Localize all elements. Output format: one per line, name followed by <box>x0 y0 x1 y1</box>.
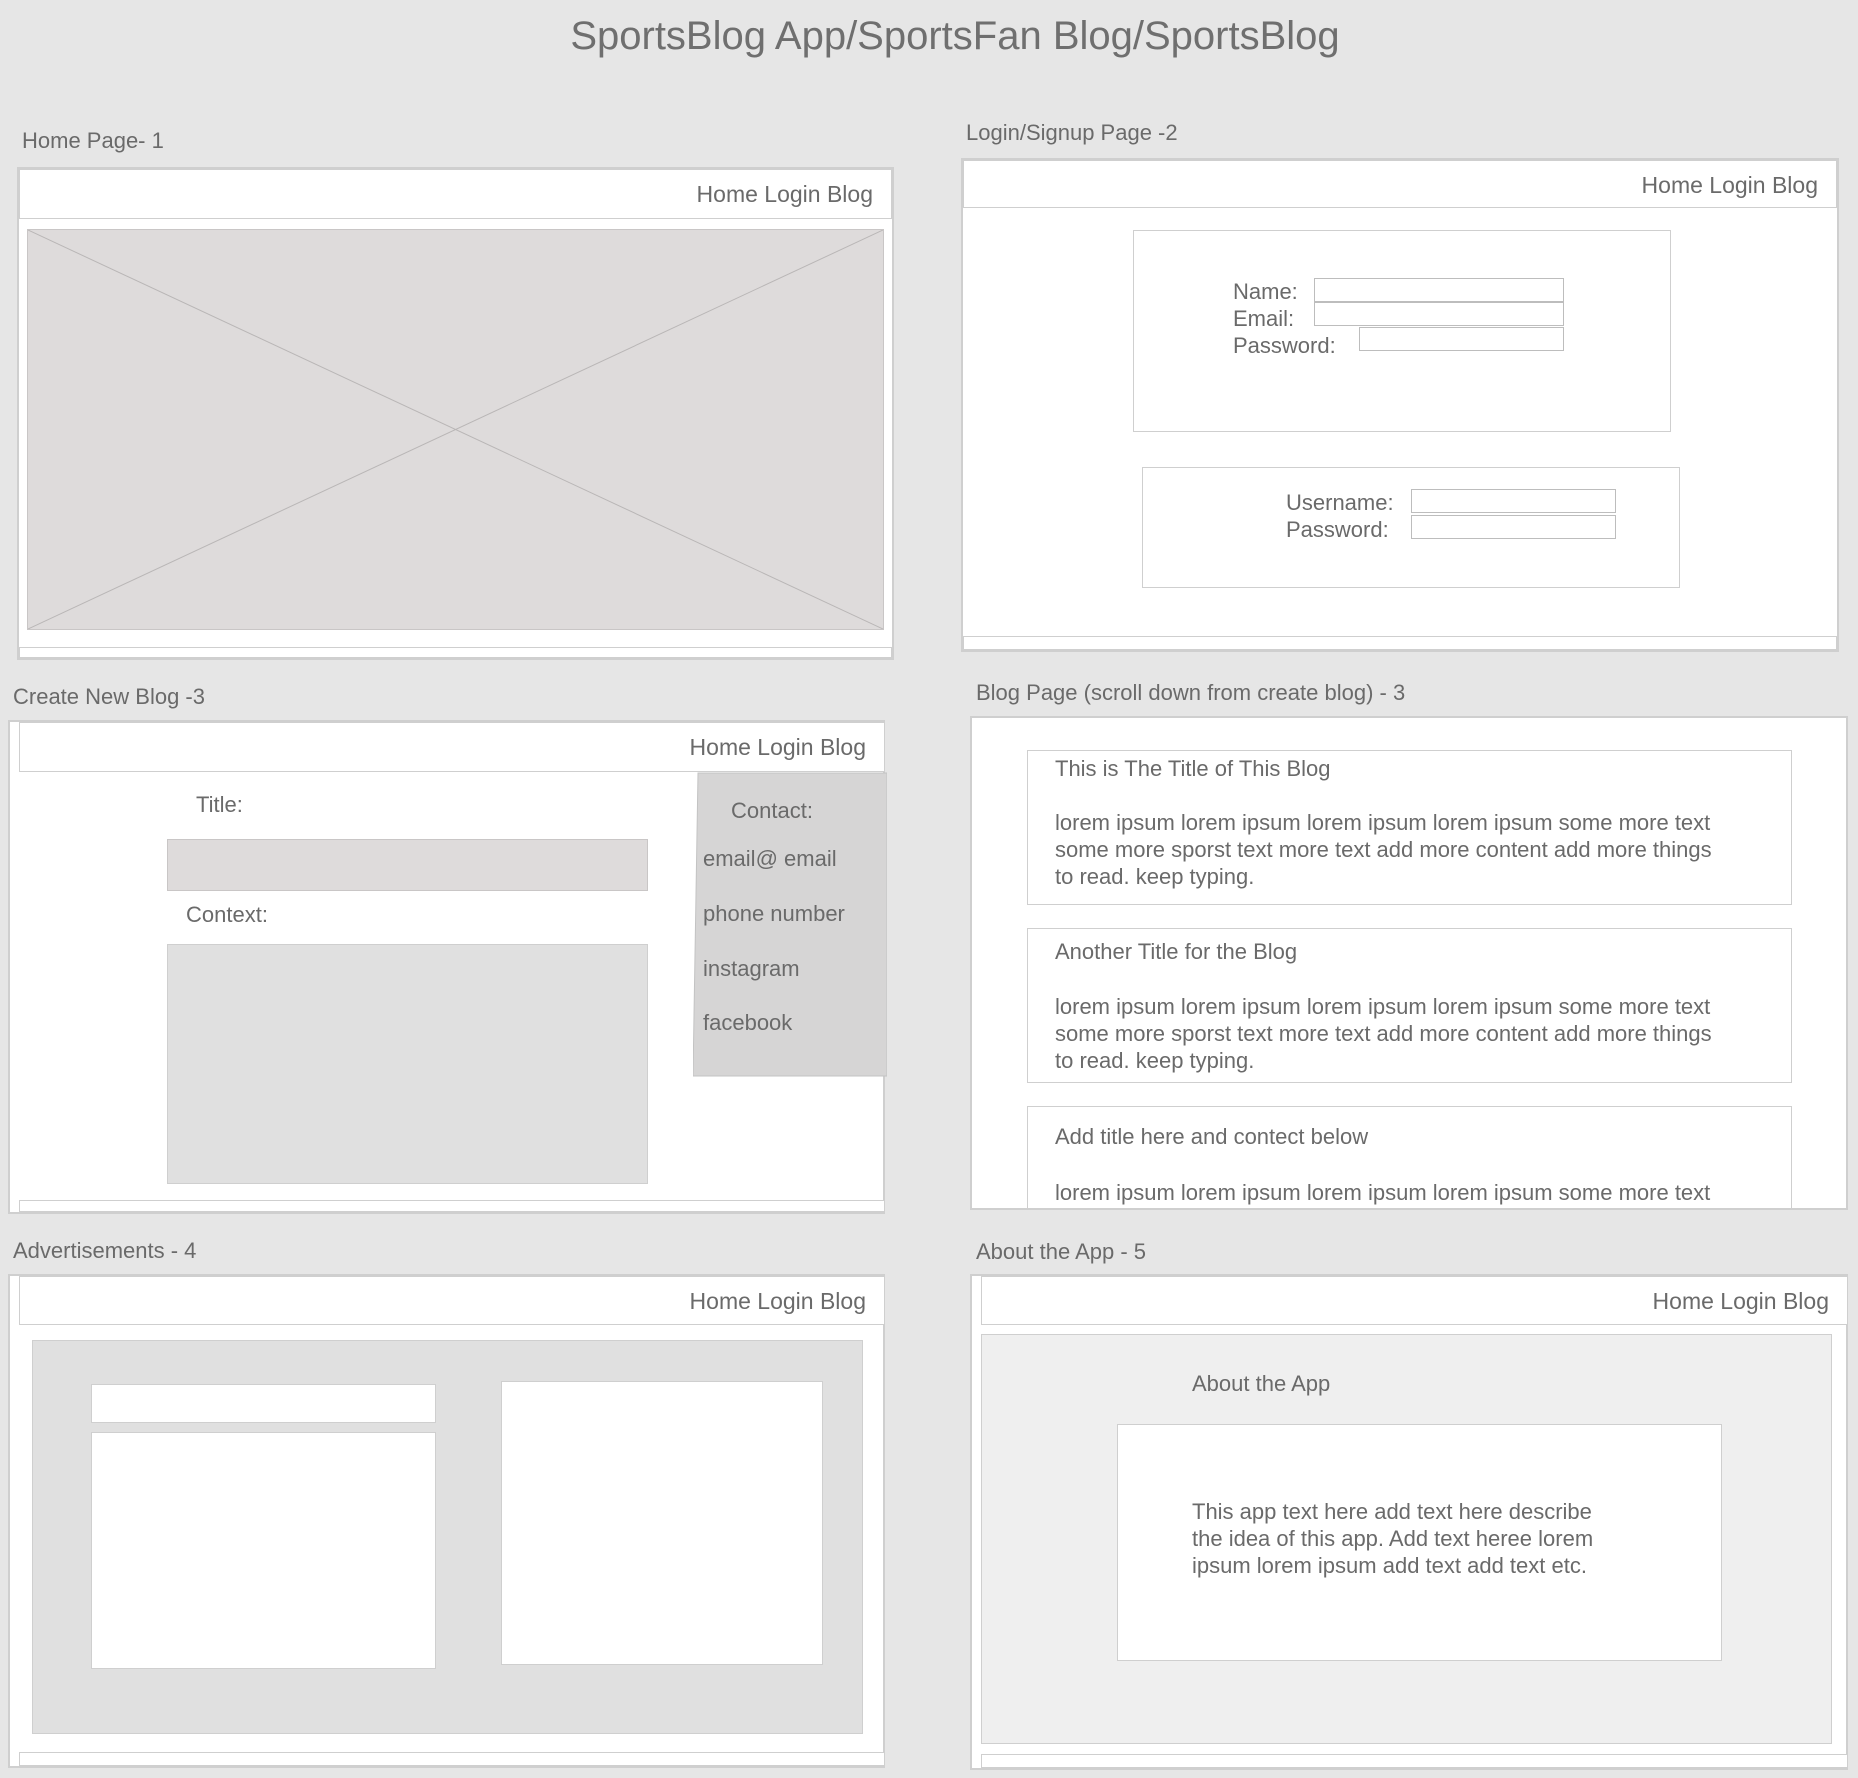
blog-post-body: lorem ipsum lorem ipsum lorem ipsum lore… <box>1055 810 1712 889</box>
login-password-label: Password: <box>1286 517 1389 542</box>
password-label: Password: <box>1233 333 1336 358</box>
page-title: SportsBlog App/SportsFan Blog/SportsBlog <box>570 14 1340 58</box>
about-footer-bar <box>981 1754 1848 1768</box>
blog-post-title: This is The Title of This Blog <box>1055 756 1331 781</box>
create-blog-wireframe: Home Login Blog Title: Context: Contact:… <box>8 720 887 1214</box>
home-page-wireframe: Home Login Blog <box>17 167 894 660</box>
blog-page-label: Blog Page (scroll down from create blog)… <box>976 680 1406 705</box>
image-placeholder-icon <box>28 230 883 629</box>
blog-post: Another Title for the Blog lorem ipsum l… <box>1027 928 1792 1083</box>
email-label: Email: <box>1233 306 1295 331</box>
ads-footer-bar <box>19 1752 885 1766</box>
context-label: Context: <box>186 902 268 927</box>
ads-page-label: Advertisements - 4 <box>13 1238 197 1263</box>
login-form: Username: Password: <box>1142 467 1680 588</box>
about-heading: About the App <box>1192 1371 1331 1396</box>
contact-heading: Contact: <box>731 798 813 823</box>
create-footer-bar <box>19 1200 885 1212</box>
home-nav-bar[interactable]: Home Login Blog <box>19 169 892 219</box>
title-input[interactable] <box>167 839 648 891</box>
about-text-box: This app text here add text here describ… <box>1117 1424 1722 1661</box>
contact-email[interactable]: email@ email <box>703 846 837 872</box>
ad-banner[interactable] <box>91 1384 436 1423</box>
create-blog-label: Create New Blog -3 <box>13 684 205 709</box>
contact-sidebar: Contact: email@ email phone number insta… <box>693 772 887 1077</box>
ads-container <box>32 1340 863 1734</box>
ad-block[interactable] <box>501 1381 823 1665</box>
contact-instagram[interactable]: instagram <box>703 956 800 982</box>
about-nav-bar[interactable]: Home Login Blog <box>981 1276 1848 1325</box>
about-container: About the App This app text here add tex… <box>981 1334 1832 1744</box>
signup-form: Name: Email: Password: <box>1133 230 1671 432</box>
name-label: Name: <box>1233 279 1298 304</box>
home-page-label: Home Page- 1 <box>22 128 164 153</box>
about-description: This app text here add text here describ… <box>1192 1499 1594 1578</box>
login-page-wireframe: Home Login Blog Name: Email: Password: U… <box>961 158 1839 652</box>
username-input[interactable] <box>1411 489 1616 513</box>
name-input[interactable] <box>1314 278 1564 302</box>
login-page-label: Login/Signup Page -2 <box>966 120 1178 145</box>
contact-facebook[interactable]: facebook <box>703 1010 792 1036</box>
blog-post-title: Another Title for the Blog <box>1055 939 1298 964</box>
ads-page-wireframe: Home Login Blog <box>8 1274 885 1768</box>
username-label: Username: <box>1286 490 1394 515</box>
blog-post-body: lorem ipsum lorem ipsum lorem ipsum lore… <box>1055 994 1712 1073</box>
password-input[interactable] <box>1359 327 1564 351</box>
blog-post: This is The Title of This Blog lorem ips… <box>1027 750 1792 905</box>
blog-page-wireframe: This is The Title of This Blog lorem ips… <box>970 716 1848 1210</box>
contact-phone[interactable]: phone number <box>703 901 845 927</box>
ad-block[interactable] <box>91 1432 436 1669</box>
context-textarea[interactable] <box>167 944 648 1184</box>
about-page-label: About the App - 5 <box>976 1239 1147 1264</box>
ads-nav-bar[interactable]: Home Login Blog <box>19 1276 885 1325</box>
blog-post-title: Add title here and contect below <box>1055 1124 1369 1149</box>
title-label: Title: <box>196 792 243 817</box>
login-nav-bar[interactable]: Home Login Blog <box>963 160 1837 208</box>
blog-post-body: lorem ipsum lorem ipsum lorem ipsum lore… <box>1055 1180 1711 1205</box>
about-page-wireframe: Home Login Blog About the App This app t… <box>970 1274 1848 1770</box>
email-input[interactable] <box>1314 302 1564 326</box>
login-footer-bar <box>963 636 1837 650</box>
home-footer-bar <box>19 647 892 658</box>
hero-image-placeholder <box>27 229 884 630</box>
login-password-input[interactable] <box>1411 515 1616 539</box>
blog-post: Add title here and contect below lorem i… <box>1027 1106 1792 1208</box>
create-nav-bar[interactable]: Home Login Blog <box>19 722 885 772</box>
